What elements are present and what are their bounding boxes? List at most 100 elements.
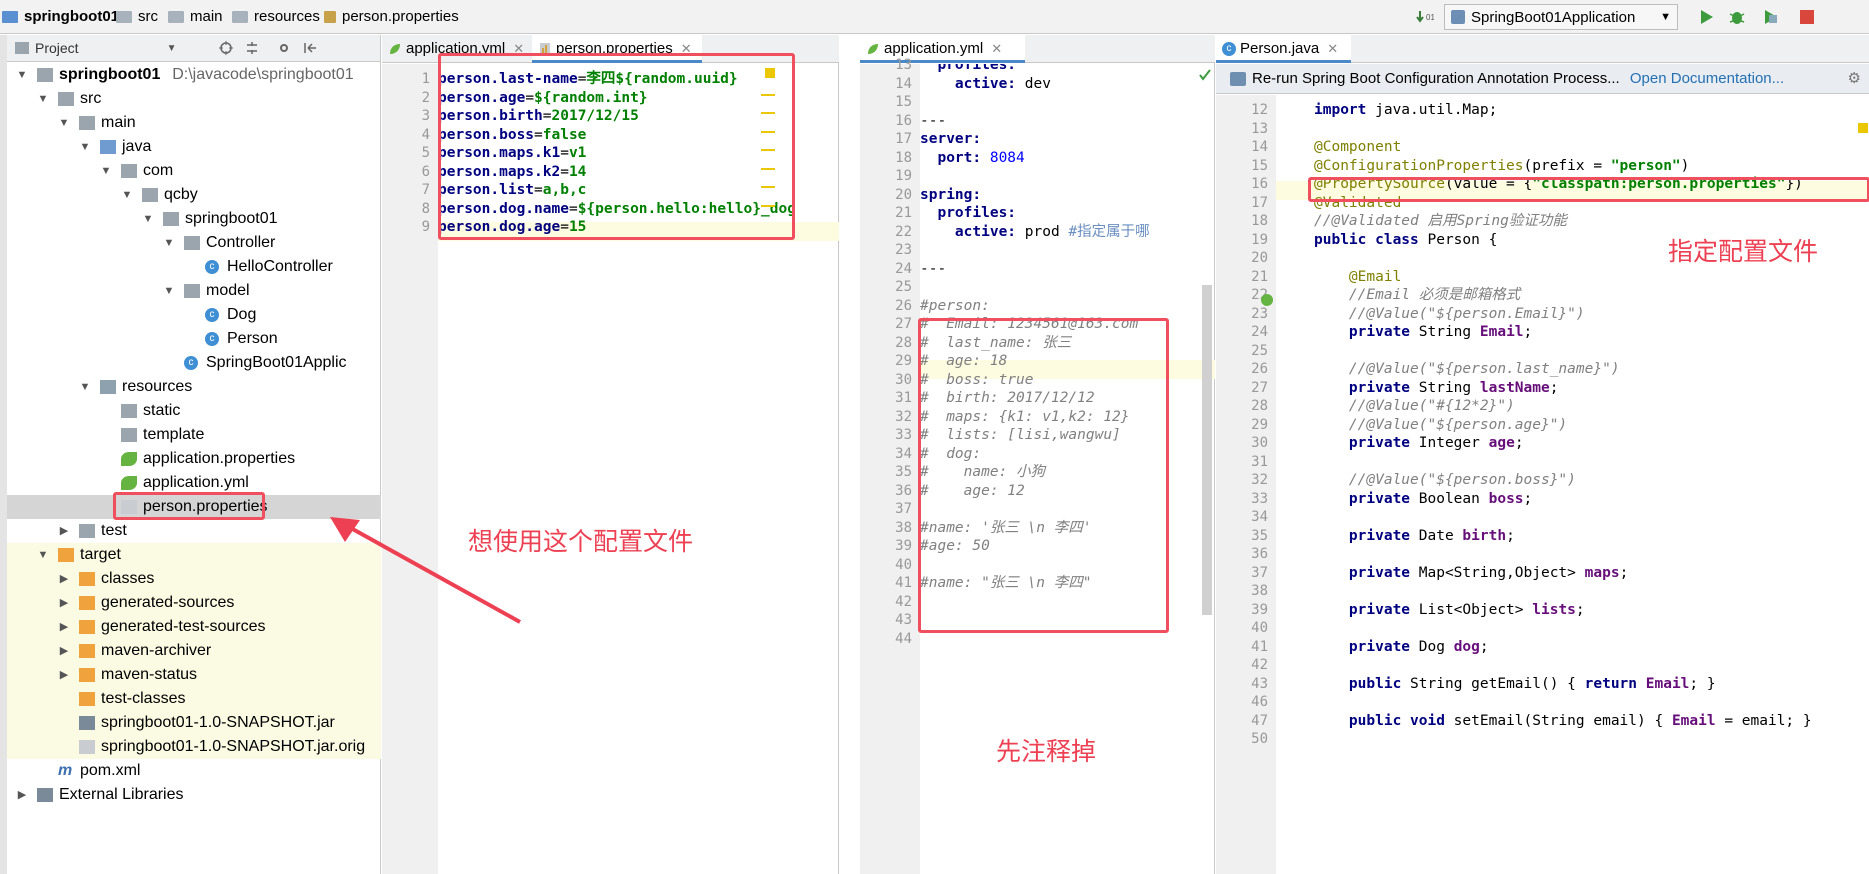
tree-item-qcby[interactable]: ▼ qcby (7, 183, 381, 207)
wrench-icon[interactable]: ⚙ (1848, 64, 1861, 94)
error-stripe (761, 112, 775, 114)
chevron-right-icon[interactable]: ▶ (57, 663, 71, 687)
resources-folder-icon (100, 380, 116, 394)
gear-icon[interactable] (276, 40, 292, 56)
code-area[interactable]: person.last-name=李四${random.uuid} person.… (438, 53, 839, 874)
tree-item-maven-status[interactable]: ▶ maven-status (7, 663, 381, 687)
chevron-down-icon[interactable]: ▼ (36, 87, 50, 111)
breadcrumb-resources[interactable]: resources (232, 8, 320, 25)
tree-item-label: pom.xml (80, 762, 141, 779)
collapse-icon[interactable] (244, 40, 260, 56)
line-number: 32 (895, 408, 912, 425)
tree-item-src[interactable]: ▼ src (7, 87, 381, 111)
chevron-down-icon[interactable]: ▼ (99, 159, 113, 183)
highlight-box-commented (918, 318, 1169, 633)
dropdown-icon[interactable]: ▼ (167, 43, 177, 54)
tree-item-test-classes[interactable]: test-classes (7, 687, 381, 711)
breadcrumb-springboot01[interactable]: springboot01 (2, 8, 119, 25)
scrollbar-thumb[interactable] (1202, 285, 1212, 615)
chevron-right-icon[interactable]: ▶ (57, 567, 71, 591)
hide-icon[interactable] (302, 40, 318, 56)
tree-item-person[interactable]: c Person (7, 327, 381, 351)
chevron-right-icon[interactable]: ▶ (57, 615, 71, 639)
tree-item-application-properties[interactable]: application.properties (7, 447, 381, 471)
code-line: //@Value("${person.boss}") (1348, 472, 1576, 488)
line-number: 39 (1251, 601, 1268, 618)
chevron-right-icon[interactable]: ▶ (57, 591, 71, 615)
line-number: 15 (895, 94, 912, 110)
line-number: 29 (1251, 416, 1268, 433)
chevron-down-icon[interactable]: ▼ (57, 111, 71, 135)
line-number: 19 (895, 168, 912, 184)
error-stripe (761, 168, 775, 170)
spring-bean-icon[interactable] (1260, 293, 1274, 307)
breadcrumb-person-properties[interactable]: person.properties (324, 8, 459, 25)
tree-item-external-libraries[interactable]: ▶ External Libraries (7, 783, 381, 807)
line-number: 38 (895, 519, 912, 536)
tree-item-main[interactable]: ▼ main (7, 111, 381, 135)
stop-icon[interactable] (1798, 8, 1816, 26)
class-icon: c (205, 260, 219, 274)
code-line: //@Value("${person.age}") (1348, 416, 1568, 433)
run-configuration-select[interactable]: SpringBoot01Application ▼ (1444, 4, 1678, 30)
tree-item-label: model (206, 282, 250, 299)
open-documentation-link[interactable]: Open Documentation... (1630, 70, 1784, 87)
tree-item-springboot01applic[interactable]: c SpringBoot01Applic (7, 351, 381, 375)
excluded-folder-icon (79, 620, 95, 634)
code-area[interactable]: import java.util.Map; @Component @Configur… (1276, 95, 1869, 874)
chevron-right-icon[interactable]: ▶ (57, 519, 71, 543)
chevron-down-icon[interactable]: ▼ (36, 543, 50, 567)
tree-item-java[interactable]: ▼ java (7, 135, 381, 159)
chevron-down-icon[interactable]: ▼ (162, 279, 176, 303)
close-icon[interactable]: ✕ (1327, 41, 1338, 56)
tree-item-controller[interactable]: ▼ Controller (7, 231, 381, 255)
library-icon (37, 788, 53, 802)
chevron-down-icon[interactable]: ▼ (120, 183, 134, 207)
chevron-down-icon[interactable]: ▼ (162, 231, 176, 255)
tree-item-template[interactable]: template (7, 423, 381, 447)
tree-item-hellocontroller[interactable]: c HelloController (7, 255, 381, 279)
editor-person-properties: application.yml ✕ person.properties ✕ 1234… (382, 35, 839, 874)
debug-icon[interactable] (1728, 8, 1746, 26)
chevron-right-icon[interactable]: ▶ (57, 639, 71, 663)
code-line: @ConfigurationProperties(prefix = "perso… (1314, 157, 1690, 174)
line-number: 27 (1251, 379, 1268, 396)
code-line: profiles: (920, 64, 1017, 73)
project-panel-title[interactable]: Project (35, 40, 79, 56)
chevron-down-icon[interactable]: ▼ (78, 135, 92, 159)
tree-item-springboot01[interactable]: ▼ springboot01 (7, 207, 381, 231)
tab-application-yml[interactable]: application.yml ✕ (860, 35, 1025, 63)
tree-item-pom-xml[interactable]: m pom.xml (7, 759, 381, 783)
tab-person-java[interactable]: c Person.java ✕ (1216, 35, 1351, 63)
tree-item-label: classes (101, 570, 155, 587)
package-icon (184, 284, 200, 298)
tree-item-model[interactable]: ▼ model (7, 279, 381, 303)
folder-icon (168, 10, 184, 23)
tree-item-dog[interactable]: c Dog (7, 303, 381, 327)
breadcrumb-main[interactable]: main (168, 8, 223, 25)
chevron-down-icon[interactable]: ▼ (78, 375, 92, 399)
coverage-icon[interactable] (1762, 8, 1780, 26)
tree-item-static[interactable]: static (7, 399, 381, 423)
line-number: 19 (1251, 231, 1268, 248)
tree-item-springboot01-1-0-snapshot-jar[interactable]: springboot01-1.0-SNAPSHOT.jar (7, 711, 381, 735)
line-number: 37 (1251, 564, 1268, 581)
code-line: private Map<String,Object> maps; (1348, 564, 1629, 581)
chevron-right-icon[interactable]: ▶ (15, 783, 29, 807)
tree-item-springboot01-1-0-snapshot-jar-orig[interactable]: springboot01-1.0-SNAPSHOT.jar.orig (7, 735, 381, 759)
tree-item-maven-archiver[interactable]: ▶ maven-archiver (7, 639, 381, 663)
breadcrumb-src[interactable]: src (116, 8, 158, 25)
line-number: 18 (1251, 213, 1268, 229)
locate-icon[interactable] (218, 40, 234, 56)
tree-item-springboot01[interactable]: ▼ springboot01 D:\javacode\springboot01 (7, 63, 381, 87)
chevron-down-icon[interactable]: ▼ (15, 63, 29, 87)
line-number: 50 (1251, 731, 1268, 747)
close-icon[interactable]: ✕ (991, 41, 1002, 56)
tree-item-com[interactable]: ▼ com (7, 159, 381, 183)
tool-window-strip (0, 35, 7, 874)
run-icon[interactable] (1697, 8, 1715, 26)
line-number: 17 (895, 131, 912, 147)
tree-item-resources[interactable]: ▼ resources (7, 375, 381, 399)
build-icon[interactable]: 01 (1416, 8, 1434, 26)
chevron-down-icon[interactable]: ▼ (141, 207, 155, 231)
